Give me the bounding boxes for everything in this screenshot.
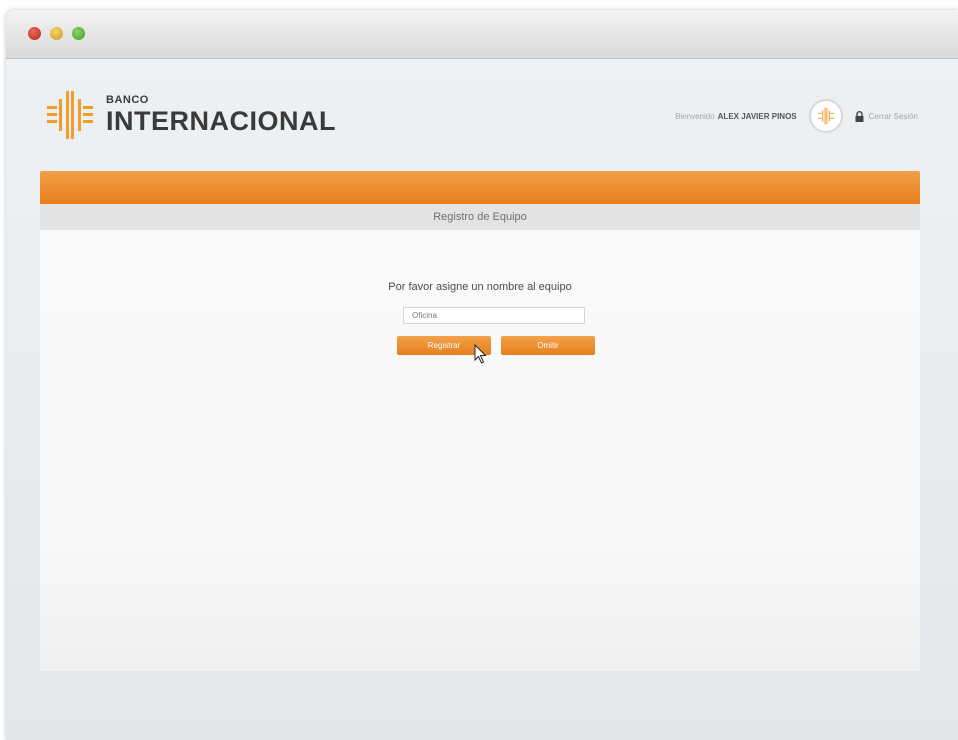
brand-big-text: INTERNACIONAL xyxy=(106,105,336,136)
browser-window: BANCO INTERNACIONAL Bienvenido ALEX JAVI… xyxy=(6,10,958,740)
device-name-input[interactable]: Oficina xyxy=(403,307,585,324)
avatar[interactable] xyxy=(808,99,843,133)
brand-logo-icon xyxy=(47,91,93,139)
app-area: BANCO INTERNACIONAL Bienvenido ALEX JAVI… xyxy=(6,59,958,740)
maximize-window-button[interactable] xyxy=(72,27,85,40)
user-name: ALEX JAVIER PINOS xyxy=(717,111,797,121)
content-panel: Por favor asigne un nombre al equipo Ofi… xyxy=(40,230,920,671)
window-titlebar xyxy=(6,10,958,59)
close-window-button[interactable] xyxy=(28,27,41,40)
minimize-window-button[interactable] xyxy=(50,27,63,40)
prompt-text: Por favor asigne un nombre al equipo xyxy=(388,281,572,293)
brand-logo[interactable]: BANCO INTERNACIONAL xyxy=(44,87,336,143)
logout-link[interactable]: Cerrar Sesión xyxy=(869,112,918,121)
welcome-text: Bienvenido xyxy=(675,111,715,121)
skip-button[interactable]: Omitir xyxy=(501,336,595,355)
orange-header-bar xyxy=(40,171,920,204)
section-title: Registro de Equipo xyxy=(433,211,527,223)
user-info: Bienvenido ALEX JAVIER PINOS Cerrar Sesi… xyxy=(675,99,918,133)
cursor-pointer-icon xyxy=(474,344,487,364)
brand-small-text: BANCO xyxy=(106,93,149,106)
lock-icon[interactable] xyxy=(855,110,864,122)
brand-wordmark: BANCO INTERNACIONAL xyxy=(106,93,336,136)
avatar-logo-icon xyxy=(817,107,834,125)
section-header: Registro de Equipo xyxy=(40,204,920,230)
